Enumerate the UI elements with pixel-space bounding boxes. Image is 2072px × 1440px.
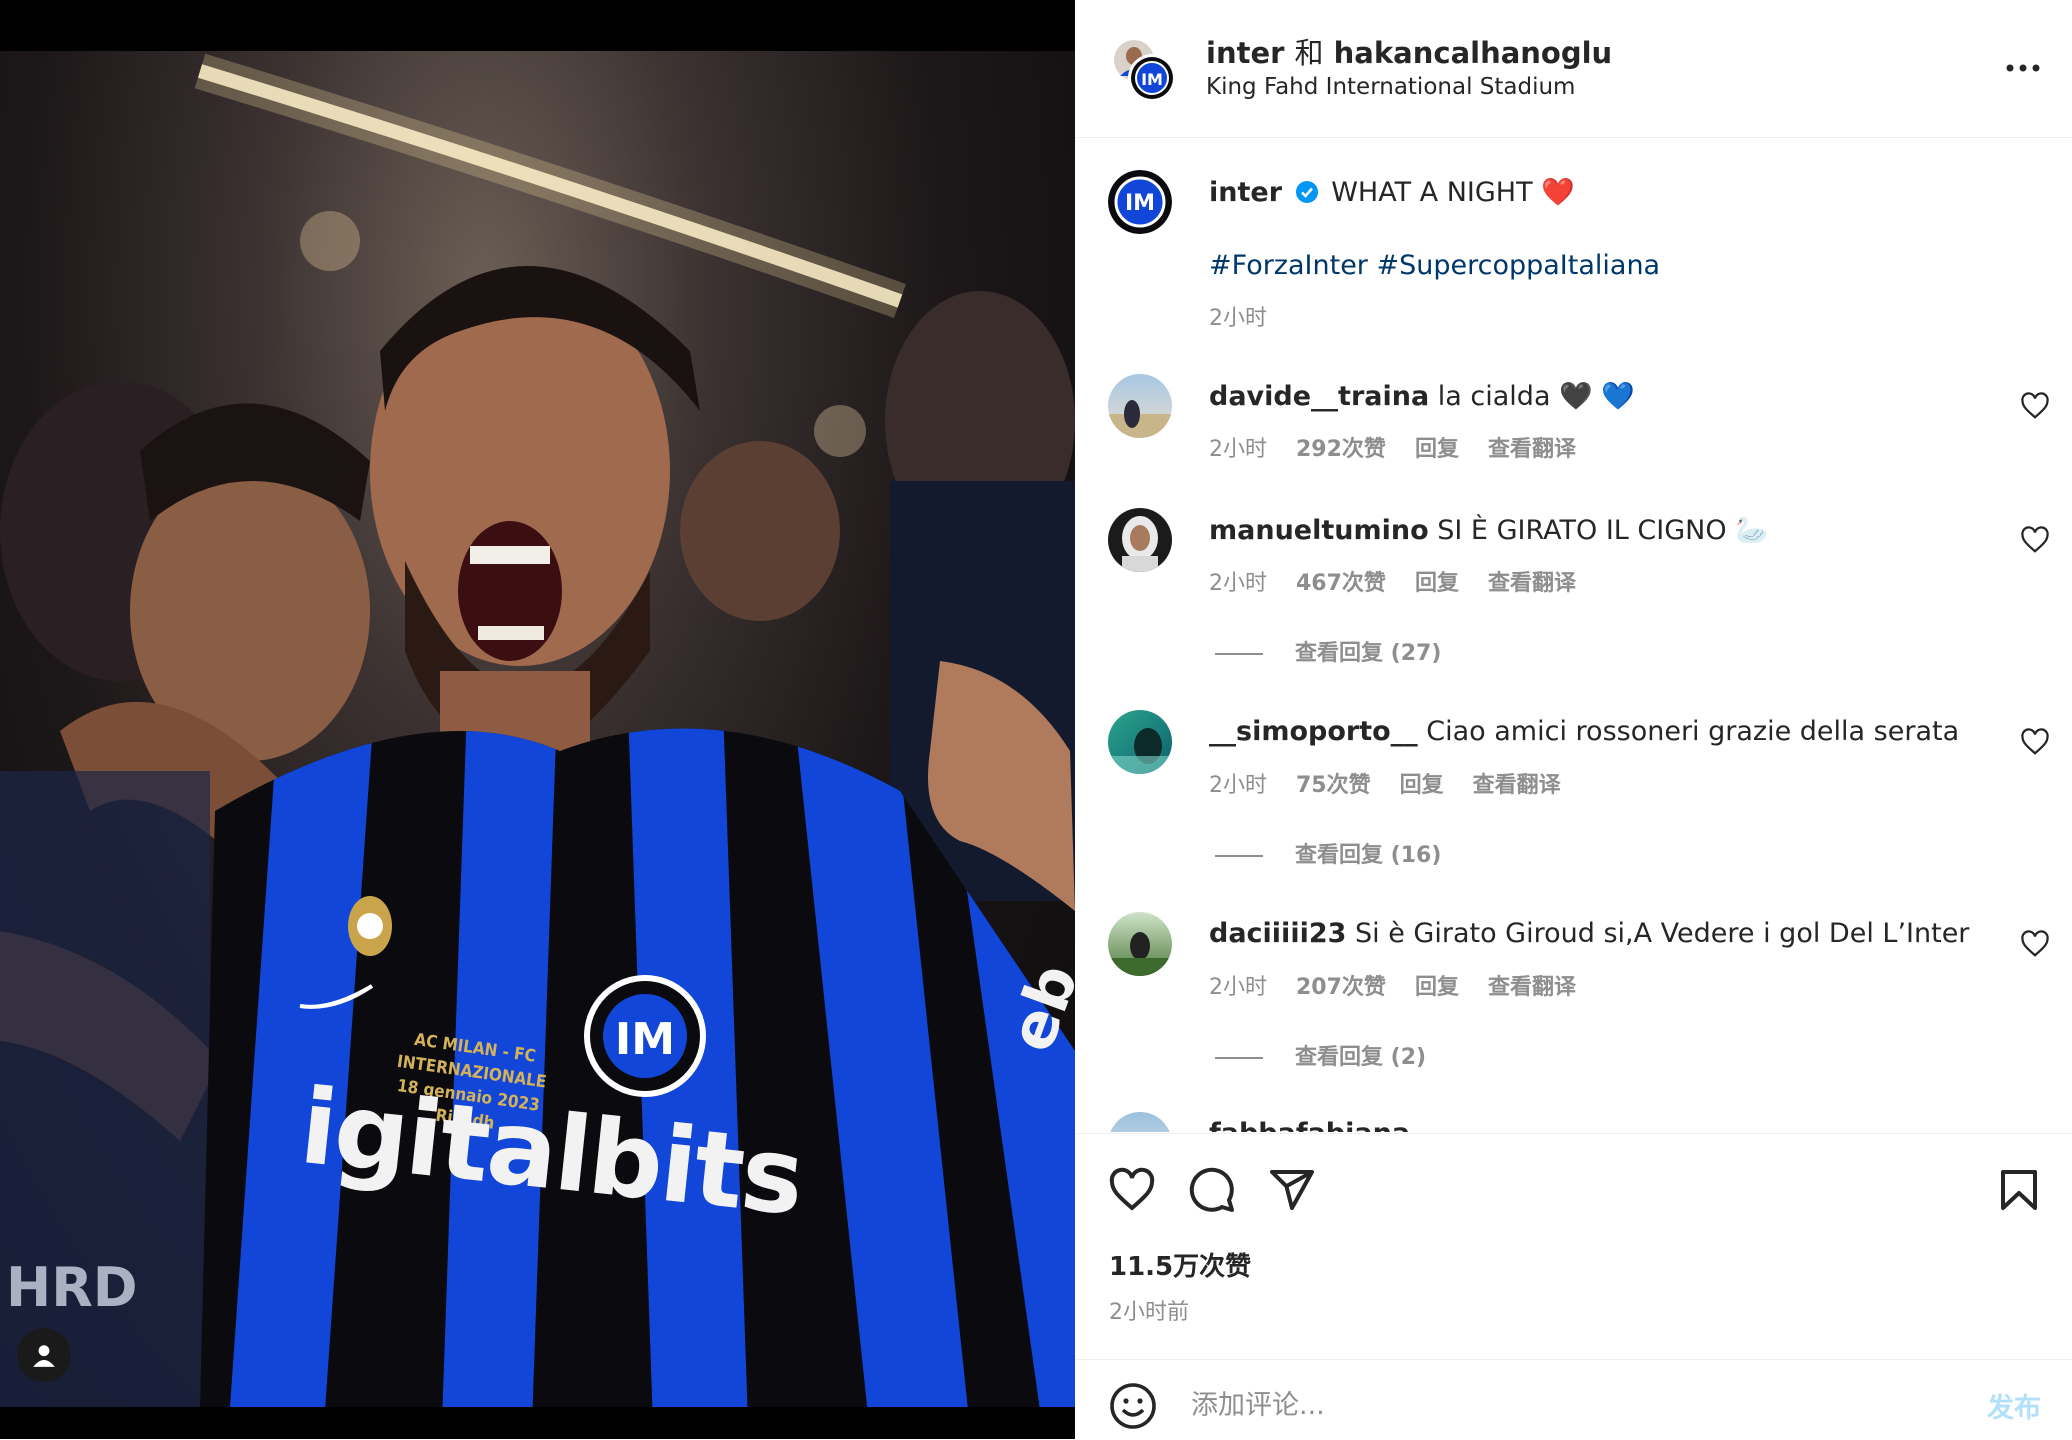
comment-username[interactable]: fabbafabiana <box>1209 1118 1410 1132</box>
more-options-button[interactable] <box>1995 48 2051 88</box>
inter-logo-icon: IM <box>1108 170 1172 234</box>
comment-username[interactable]: manueltumino <box>1209 515 1429 546</box>
user-tag-icon <box>33 1345 55 1367</box>
comment-text: Ciao amici rossoneri grazie della serata <box>1426 716 1960 747</box>
user-tag-button[interactable] <box>17 1328 71 1382</box>
comment-translate-button[interactable]: 查看翻译 <box>1473 773 1561 798</box>
comment-meta: 2小时 467次赞 回复 查看翻译 <box>1209 565 1598 597</box>
verified-badge-icon <box>1295 181 1318 203</box>
comment-emoji: 🖤 💙 <box>1559 381 1635 412</box>
comment-text: Si è Girato Giroud si,A Vedere i gol Del… <box>1355 918 1970 949</box>
replies-divider-line <box>1215 855 1263 857</box>
view-replies-label: 查看回复 (16) <box>1295 843 1442 868</box>
avatar-image <box>1108 400 1172 438</box>
comment-text: SI È GIRATO IL CIGNO <box>1437 515 1727 546</box>
comment-line: fabbafabiana <box>1209 1118 1410 1132</box>
comment-line: __simoporto__ Ciao amici rossoneri grazi… <box>1209 716 1959 747</box>
comment-like-heart-icon[interactable] <box>2020 391 2050 421</box>
comment-line: davide__traina la cialda 🖤 💙 <box>1209 380 1635 412</box>
comments-list[interactable]: IM inter WHAT A NIGHT ❤️ #ForzaInter #Su… <box>1075 138 2072 1132</box>
caption-emoji: ❤️ <box>1541 177 1575 208</box>
comment-username[interactable]: davide__traina <box>1209 381 1429 412</box>
bookmark-icon[interactable] <box>1995 1166 2043 1214</box>
more-horizontal-icon <box>2006 64 2040 72</box>
comment-translate-button[interactable]: 查看翻译 <box>1488 571 1576 596</box>
post-photo[interactable]: IM AC MILAN - FC INTERNAZIONALE 18 genna… <box>0 51 1075 1407</box>
comment-meta: 2小时 292次赞 回复 查看翻译 <box>1209 431 1598 463</box>
comment-meta: 2小时 207次赞 回复 查看翻译 <box>1209 969 1598 1001</box>
caption-hashtags[interactable]: #ForzaInter #SupercoppaItaliana <box>1209 250 1660 281</box>
comment-line: manueltumino SI È GIRATO IL CIGNO 🦢 <box>1209 514 1769 546</box>
caption-line: inter WHAT A NIGHT ❤️ <box>1209 176 1575 208</box>
likes-count[interactable]: 11.5万次赞 <box>1109 1246 1251 1283</box>
header-collab-avatars[interactable]: IM <box>1110 36 1178 104</box>
comment-input[interactable] <box>1189 1380 1833 1430</box>
replies-divider-line <box>1215 1057 1263 1059</box>
comment-reply-button[interactable]: 回复 <box>1400 773 1444 798</box>
replies-divider-line <box>1215 653 1263 655</box>
send-icon[interactable] <box>1268 1166 1316 1214</box>
caption-username[interactable]: inter <box>1209 177 1282 208</box>
comment-likes[interactable]: 292次赞 <box>1296 437 1386 462</box>
comment-avatar[interactable] <box>1108 374 1172 438</box>
comment-icon[interactable] <box>1188 1166 1236 1214</box>
view-replies-button[interactable]: 查看回复 (2) <box>1215 1039 1426 1071</box>
comment-reply-button[interactable]: 回复 <box>1415 571 1459 596</box>
comment-time[interactable]: 2小时 <box>1209 773 1267 798</box>
header-conjunction: 和 <box>1294 36 1324 70</box>
comment-translate-button[interactable]: 查看翻译 <box>1488 437 1576 462</box>
comment-avatar[interactable] <box>1108 912 1172 976</box>
comment-avatar[interactable] <box>1108 508 1172 572</box>
avatar-image <box>1108 728 1172 774</box>
heart-icon[interactable] <box>1108 1166 1156 1214</box>
comment-likes[interactable]: 75次赞 <box>1296 773 1371 798</box>
comment-username[interactable]: __simoporto__ <box>1209 716 1418 747</box>
svg-text:IM: IM <box>1141 70 1163 89</box>
svg-text:IM: IM <box>1125 191 1155 216</box>
avatar-image <box>1108 932 1172 976</box>
comment-line: daciiiii23 Si è Girato Giroud si,A Veder… <box>1209 918 1969 949</box>
comment-avatar[interactable] <box>1108 710 1172 774</box>
header-location[interactable]: King Fahd International Stadium <box>1206 74 1575 100</box>
back-name-text: HRD <box>6 1256 138 1319</box>
comment-likes[interactable]: 207次赞 <box>1296 975 1386 1000</box>
avatar-image <box>1122 516 1158 572</box>
header-accounts: inter 和 hakancalhanoglu <box>1206 30 1612 72</box>
comment-time[interactable]: 2小时 <box>1209 571 1267 596</box>
caption-text: WHAT A NIGHT <box>1331 177 1533 208</box>
svg-text:IM: IM <box>615 1014 675 1065</box>
header-account-secondary[interactable]: hakancalhanoglu <box>1334 36 1613 70</box>
comment-time[interactable]: 2小时 <box>1209 437 1267 462</box>
post-actions: 11.5万次赞 2小时前 <box>1075 1133 2072 1359</box>
post-side-panel: IM inter 和 hakancalhanoglu King Fahd Int… <box>1075 0 2072 1439</box>
header-account-primary[interactable]: inter <box>1206 36 1284 70</box>
comment-like-heart-icon[interactable] <box>2020 727 2050 757</box>
view-replies-label: 查看回复 (27) <box>1295 641 1442 666</box>
comment-reply-button[interactable]: 回复 <box>1415 975 1459 1000</box>
add-comment-bar: 发布 <box>1075 1359 2072 1440</box>
comment-reply-button[interactable]: 回复 <box>1415 437 1459 462</box>
comment-text: la cialda <box>1437 381 1551 412</box>
view-replies-button[interactable]: 查看回复 (16) <box>1215 837 1441 869</box>
comment-meta: 2小时 75次赞 回复 查看翻译 <box>1209 767 1583 799</box>
comment-like-heart-icon[interactable] <box>2020 929 2050 959</box>
view-replies-button[interactable]: 查看回复 (27) <box>1215 635 1441 667</box>
posted-time[interactable]: 2小时前 <box>1109 1294 1189 1326</box>
comment-translate-button[interactable]: 查看翻译 <box>1488 975 1576 1000</box>
caption-time: 2小时 <box>1209 300 1289 332</box>
collab-avatar-image: IM <box>1114 40 1176 102</box>
comment-emoji: 🦢 <box>1735 515 1769 546</box>
caption-time-text[interactable]: 2小时 <box>1209 306 1267 331</box>
comment-likes[interactable]: 467次赞 <box>1296 571 1386 596</box>
caption-avatar[interactable]: IM <box>1108 170 1172 234</box>
comment-like-heart-icon[interactable] <box>2020 525 2050 555</box>
comment-time[interactable]: 2小时 <box>1209 975 1267 1000</box>
post-header: IM inter 和 hakancalhanoglu King Fahd Int… <box>1075 0 2072 138</box>
view-replies-label: 查看回复 (2) <box>1295 1045 1427 1070</box>
post-comment-button[interactable]: 发布 <box>1987 1386 2041 1425</box>
photo-panel: IM AC MILAN - FC INTERNAZIONALE 18 genna… <box>0 0 1075 1439</box>
comment-username[interactable]: daciiiii23 <box>1209 918 1346 949</box>
comment-avatar[interactable] <box>1108 1112 1172 1132</box>
smiley-icon[interactable] <box>1109 1382 1157 1430</box>
